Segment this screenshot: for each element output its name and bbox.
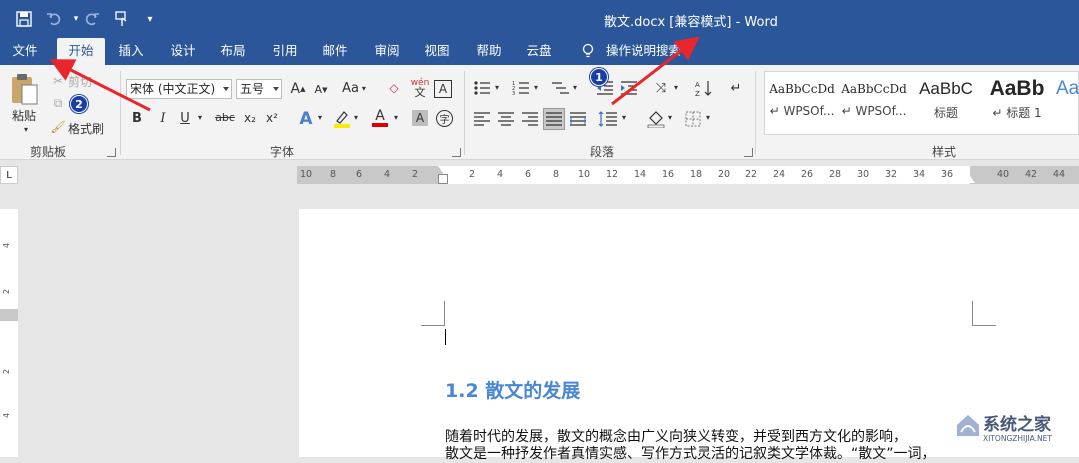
annotation-badge-2: 2 (70, 95, 88, 113)
annotation-badge-1: 1 (590, 68, 608, 86)
annotation-overlay (49, 36, 700, 112)
annotation-arrow-1 (611, 36, 700, 106)
